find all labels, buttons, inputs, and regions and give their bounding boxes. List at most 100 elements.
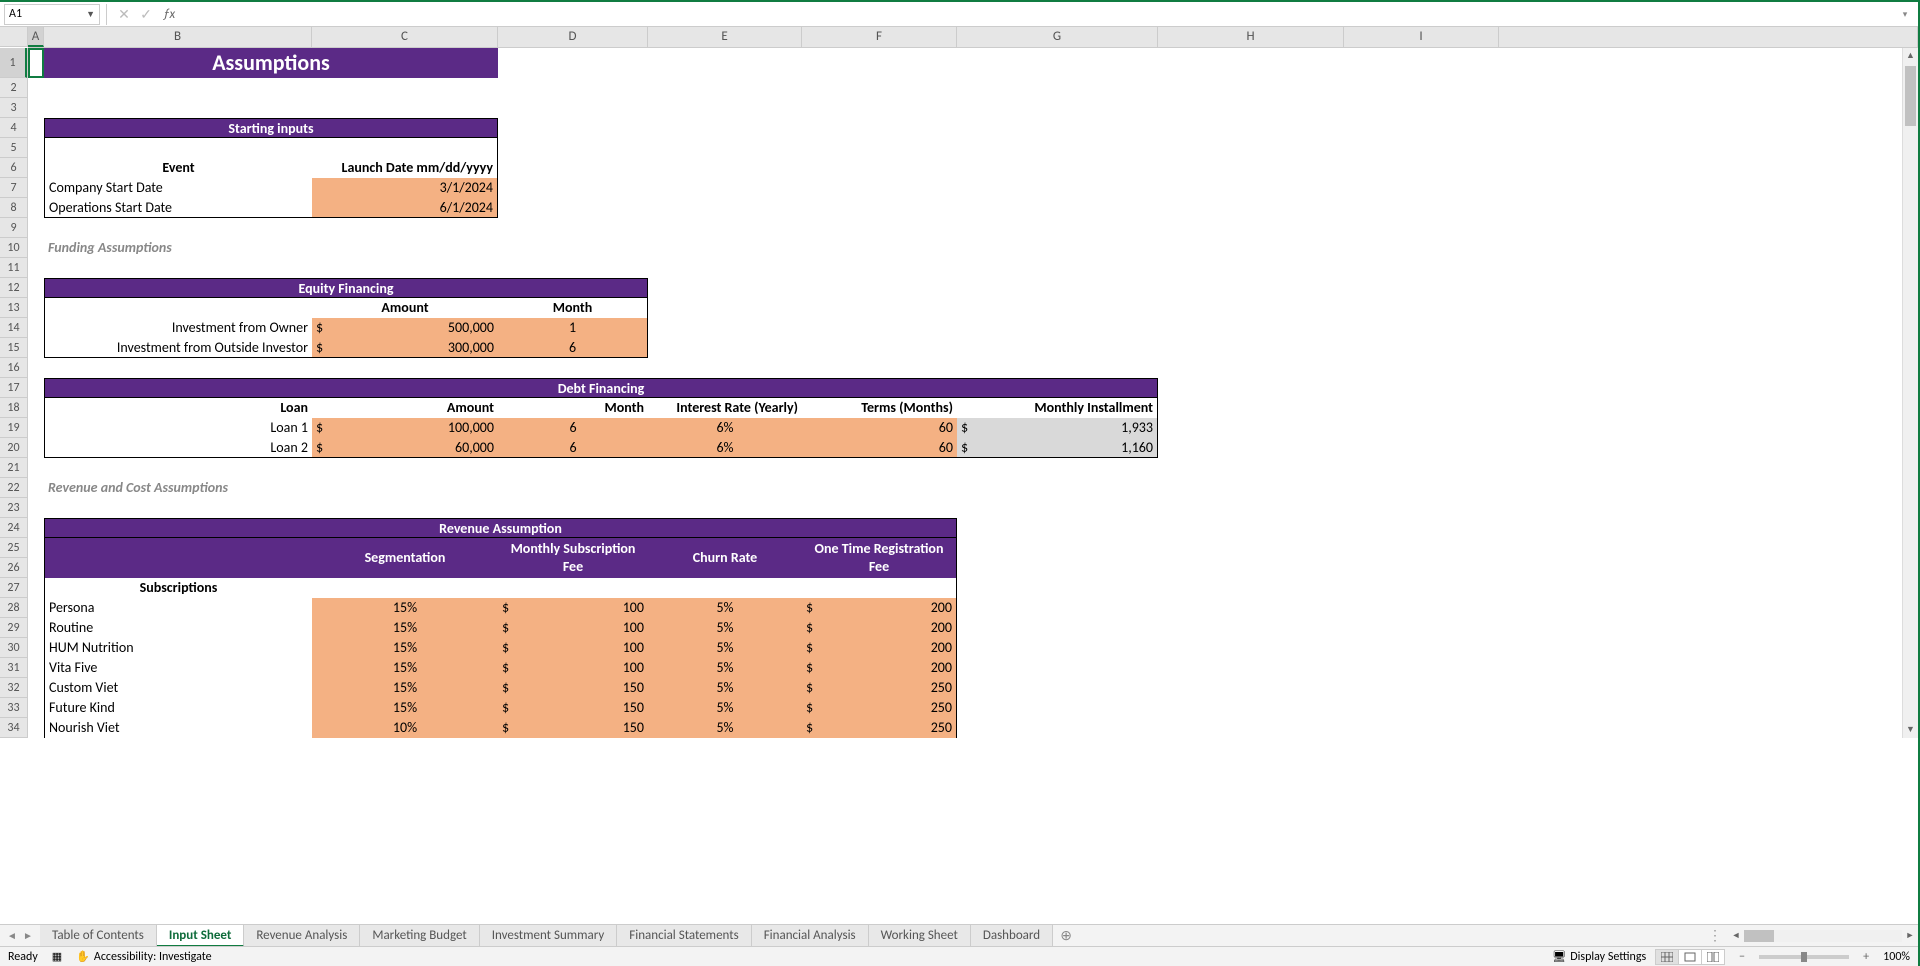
sub-churn: 5% [648,618,802,638]
add-sheet-button[interactable]: ⊕ [1053,927,1079,944]
record-macro-icon[interactable]: ▦ [52,950,62,963]
row-header-25[interactable]: 25 [0,538,27,558]
row-header-33[interactable]: 33 [0,698,27,718]
sheet-tab-investment-summary[interactable]: Investment Summary [480,925,618,947]
zoom-out-button[interactable]: − [1735,950,1749,964]
row-header-26[interactable]: 26 [0,558,27,578]
select-all-cell[interactable] [0,27,28,47]
sheet-tab-working-sheet[interactable]: Working Sheet [869,925,971,947]
row-header-21[interactable]: 21 [0,458,27,478]
formula-expand-icon[interactable]: ▾ [1896,9,1914,20]
row-header-8[interactable]: 8 [0,198,27,218]
vertical-scrollbar[interactable]: ▲ ▼ [1902,48,1918,738]
sheet-tab-financial-statements[interactable]: Financial Statements [617,925,751,947]
zoom-slider[interactable] [1759,955,1849,959]
column-headers: ABCDEFGHI [28,27,1918,48]
hscroll-right-icon[interactable]: ► [1902,930,1918,941]
display-settings-button[interactable]: 🖥 Display Settings [1552,950,1646,964]
row-header-31[interactable]: 31 [0,658,27,678]
page-break-view-button[interactable] [1701,949,1725,965]
tab-nav-prev-icon[interactable]: ◄ [4,929,20,942]
column-header-F[interactable]: F [802,27,957,47]
row-header-13[interactable]: 13 [0,298,27,318]
row-header-29[interactable]: 29 [0,618,27,638]
row-header-1[interactable]: 1 [0,48,27,78]
column-header-E[interactable]: E [648,27,802,47]
row-header-24[interactable]: 24 [0,518,27,538]
row-header-32[interactable]: 32 [0,678,27,698]
sub-seg: 15% [312,678,498,698]
row-header-34[interactable]: 34 [0,718,27,738]
row-header-12[interactable]: 12 [0,278,27,298]
row-header-19[interactable]: 19 [0,418,27,438]
zoom-in-button[interactable]: + [1859,950,1873,964]
normal-view-button[interactable] [1655,949,1679,965]
equity-amount-cell: $500,000 [312,318,498,338]
row-header-28[interactable]: 28 [0,598,27,618]
sheet-tab-financial-analysis[interactable]: Financial Analysis [752,925,869,947]
column-header-G[interactable]: G [957,27,1158,47]
event-cell: Operations Start Date [44,198,312,218]
scroll-up-icon[interactable]: ▲ [1903,48,1918,64]
loan-header: Loan [44,398,312,418]
debt-rate-cell: 6% [648,438,802,458]
row-header-16[interactable]: 16 [0,358,27,378]
loan-label: Loan 2 [44,438,312,458]
sheet-tab-dashboard[interactable]: Dashboard [971,925,1053,947]
sub-fee: $100 [498,618,648,638]
name-box-dropdown-icon[interactable]: ▼ [86,9,95,20]
sub-name: Future Kind [44,698,312,718]
row-header-27[interactable]: 27 [0,578,27,598]
row-header-9[interactable]: 9 [0,218,27,238]
row-header-30[interactable]: 30 [0,638,27,658]
sheet-tab-revenue-analysis[interactable]: Revenue Analysis [244,925,360,947]
column-header-C[interactable]: C [312,27,498,47]
row-header-14[interactable]: 14 [0,318,27,338]
row-header-15[interactable]: 15 [0,338,27,358]
column-header-D[interactable]: D [498,27,648,47]
name-box-value: A1 [9,7,22,21]
row-header-17[interactable]: 17 [0,378,27,398]
row-header-11[interactable]: 11 [0,258,27,278]
sub-name: Custom Viet [44,678,312,698]
row-header-5[interactable]: 5 [0,138,27,158]
row-header-7[interactable]: 7 [0,178,27,198]
sub-seg: 15% [312,658,498,678]
accessibility-button[interactable]: ✋ Accessibility: Investigate [76,950,211,964]
sheet-tab-table-of-contents[interactable]: Table of Contents [40,925,157,947]
row-header-20[interactable]: 20 [0,438,27,458]
fx-icon[interactable]: ƒx [163,7,175,22]
row-header-23[interactable]: 23 [0,498,27,518]
hscroll-left-icon[interactable]: ◄ [1728,930,1744,941]
formula-input[interactable] [181,4,1896,25]
hscroll-thumb[interactable] [1744,930,1774,942]
column-header-A[interactable]: A [28,27,44,47]
column-header-H[interactable]: H [1158,27,1344,47]
row-header-22[interactable]: 22 [0,478,27,498]
tab-scroll-menu-icon[interactable]: ⋮ [1708,927,1722,944]
tab-nav-next-icon[interactable]: ► [20,929,36,942]
page-break-icon [1707,952,1719,962]
sub-name: Persona [44,598,312,618]
row-header-10[interactable]: 10 [0,238,27,258]
row-header-2[interactable]: 2 [0,78,27,98]
zoom-slider-thumb[interactable] [1801,952,1807,962]
column-header-B[interactable]: B [44,27,312,47]
row-headers: 1234567891011121314151617181920212223242… [0,48,28,738]
row-header-18[interactable]: 18 [0,398,27,418]
row-header-3[interactable]: 3 [0,98,27,118]
scroll-down-icon[interactable]: ▼ [1903,722,1918,738]
scroll-thumb[interactable] [1905,66,1916,126]
sub-seg: 15% [312,638,498,658]
column-header-I[interactable]: I [1344,27,1499,47]
page-layout-view-button[interactable] [1678,949,1702,965]
row-header-4[interactable]: 4 [0,118,27,138]
row-header-6[interactable]: 6 [0,158,27,178]
sub-fee: $150 [498,718,648,738]
name-box[interactable]: A1 ▼ [4,4,100,25]
horizontal-scrollbar[interactable]: ◄ ► [1728,930,1918,942]
zoom-level[interactable]: 100% [1883,950,1910,964]
sheet-tab-input-sheet[interactable]: Input Sheet [157,925,244,947]
worksheet[interactable]: AssumptionsStarting inputsEventLaunch Da… [28,48,1918,738]
sheet-tab-marketing-budget[interactable]: Marketing Budget [360,925,479,947]
